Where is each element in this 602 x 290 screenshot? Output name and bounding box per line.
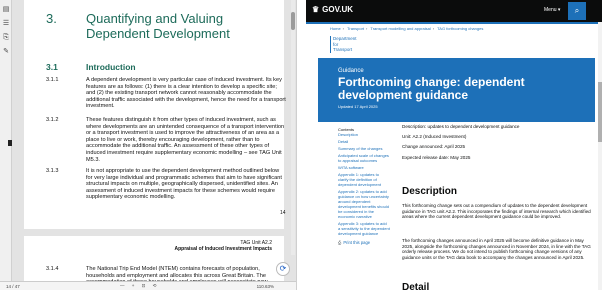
menu-button[interactable]: Menu ▾ [544, 7, 560, 13]
attachments-icon[interactable]: ⎘ [2, 34, 10, 41]
contents-list: Contents Description Detail Summary of t… [338, 127, 390, 245]
section-number: 3. [46, 11, 57, 26]
contents-link[interactable]: Summary of the changes [338, 146, 390, 151]
pdf-status-bar: 14 / 47 — + ⊡ ⟲ 110.63% [0, 281, 296, 290]
govuk-page: ♛ GOV.UK Menu ▾ ⌕ Home › Transport › Transp… [306, 0, 602, 290]
breadcrumb-home[interactable]: Home [330, 26, 341, 31]
zoom-level[interactable]: 110.63% [257, 284, 274, 289]
meta-description: Description: updates to dependent develo… [402, 124, 520, 129]
breadcrumb-transport[interactable]: Transport [347, 26, 364, 31]
pdf-scrollbar-thumb[interactable] [291, 12, 295, 30]
contents-link[interactable]: Appendix 2: updates to add guidance on h… [338, 189, 390, 219]
pdf-viewer: ▤ ☰ ⎘ ✎ 3. Quantifying and Valuing Depen… [0, 0, 296, 290]
page-number: 14 [280, 210, 286, 216]
content-type-label: Guidance [338, 68, 364, 74]
split-divider[interactable] [296, 0, 306, 290]
paragraph-number: 3.1.3 [46, 168, 59, 174]
metadata-block: Description: updates to dependent develo… [402, 124, 592, 165]
description-paragraph: This forthcoming change sets out a compe… [402, 203, 591, 220]
govuk-header: ♛ GOV.UK Menu ▾ ⌕ [306, 0, 602, 22]
paragraph: These features distinguish it from other… [86, 117, 285, 163]
page-title: Forthcoming change: dependent developmen… [338, 75, 525, 102]
paragraph: It is not appropriate to use the depende… [86, 168, 282, 201]
pdf-page: 3. Quantifying and Valuing Dependent Dev… [24, 0, 286, 258]
running-header-title: Appraisal of Induced Investment Impacts [174, 246, 272, 252]
paragraph-number: 3.1.1 [46, 77, 59, 83]
title-banner: Guidance Forthcoming change: dependent d… [318, 58, 595, 122]
zoom-tools[interactable]: — + ⊡ ⟲ [120, 283, 159, 289]
outline-icon[interactable]: ☰ [2, 20, 10, 27]
contents-link[interactable]: Anticipated scale of changes to appraisa… [338, 153, 390, 163]
screen: ▤ ☰ ⎘ ✎ 3. Quantifying and Valuing Depen… [0, 0, 602, 290]
breadcrumb-tag-changes[interactable]: TAG forthcoming changes [437, 26, 483, 31]
paragraph: A dependent development is very particul… [86, 77, 286, 110]
breadcrumb: Home › Transport › Transport modelling and… [330, 26, 484, 31]
meta-unit: Unit: A2.2 (Induced Investment) [402, 134, 467, 140]
description-paragraph: The forthcoming changes announced in Apr… [402, 238, 591, 260]
contents-link[interactable]: Detail [338, 139, 390, 144]
pdf-document-area[interactable]: 3. Quantifying and Valuing Dependent Dev… [12, 0, 296, 290]
pdf-scrollbar[interactable] [291, 0, 295, 255]
printer-icon: ⎙ [338, 240, 342, 245]
subsection-number: 3.1 [46, 62, 58, 72]
contents-link[interactable]: Appendix 3: updates to add a sensitivity… [338, 221, 390, 236]
meta-announced: Change announced: April 2025 [402, 144, 466, 150]
detail-heading: Detail [402, 282, 430, 290]
print-page-link[interactable]: ⎙ Print this page [338, 240, 390, 245]
meta-release-date: Expected release date: May 2025 [402, 154, 471, 160]
pages-icon[interactable]: ▤ [2, 6, 10, 13]
description-heading: Description [402, 186, 458, 197]
paragraph-number: 3.1.4 [46, 266, 59, 272]
department-logo[interactable]: Department for Transport [330, 36, 358, 53]
contents-link[interactable]: Description [338, 132, 390, 137]
pdf-side-rail: ▤ ☰ ⎘ ✎ [0, 0, 12, 290]
updated-date: Updated 17 April 2025 [338, 104, 378, 109]
contents-link[interactable]: WITA software [338, 165, 390, 170]
govuk-logo[interactable]: ♛ GOV.UK [312, 5, 353, 14]
crown-icon: ♛ [312, 5, 320, 14]
search-icon[interactable]: ⌕ [568, 2, 586, 20]
paragraph-number: 3.1.2 [46, 117, 59, 123]
contents-link[interactable]: Appendix 1: updates to clarify the defin… [338, 172, 390, 187]
header-accent-bar [306, 22, 602, 24]
govuk-logo-text: GOV.UK [322, 5, 353, 14]
print-page-label: Print this page [343, 240, 371, 245]
refresh-icon[interactable]: ⟳ [276, 262, 290, 276]
section-title: Quantifying and Valuing Dependent Develo… [86, 11, 230, 41]
subsection-title: Introduction [86, 62, 136, 72]
annotations-icon[interactable]: ✎ [2, 48, 10, 55]
page-separator [24, 229, 284, 236]
page-indicator[interactable]: 14 / 47 [6, 284, 20, 289]
breadcrumb-modelling[interactable]: Transport modelling and appraisal [370, 26, 430, 31]
browser-scrollbar-thumb[interactable] [598, 82, 602, 142]
browser-scrollbar[interactable] [598, 22, 602, 290]
